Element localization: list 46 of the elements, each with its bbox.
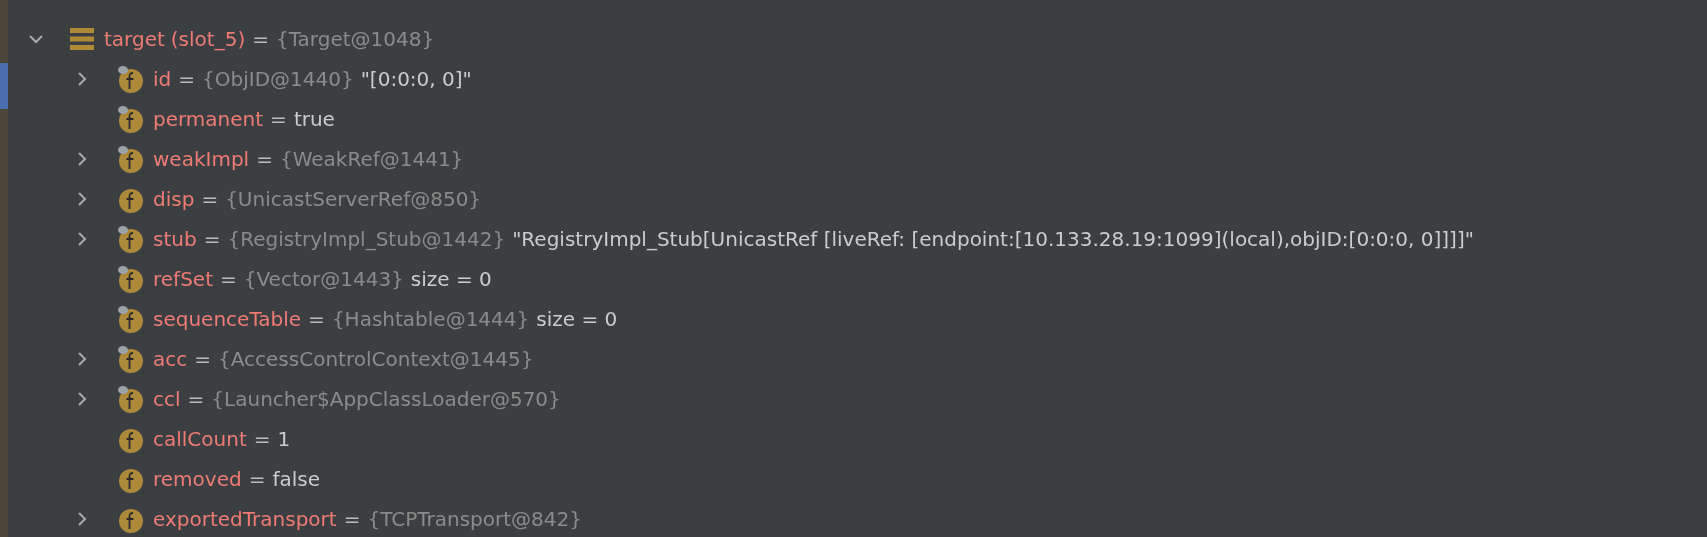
equals-sign: = (308, 307, 325, 331)
field-name: ccl (153, 387, 181, 411)
list-icon (70, 28, 94, 50)
equals-sign: = (270, 107, 287, 131)
field-name: disp (153, 187, 195, 211)
field-type: {RegistryImpl_Stub@1442} (227, 227, 506, 251)
field-value: 1 (277, 427, 291, 451)
field-type: {Hashtable@1444} (331, 307, 530, 331)
equals-sign: = (253, 427, 271, 451)
field-name: stub (153, 227, 197, 251)
panel-edge-highlight (0, 63, 8, 109)
field-name: removed (153, 467, 242, 491)
field-name: callCount (153, 427, 247, 451)
field-type: {WeakRef@1441} (279, 147, 464, 171)
equals-sign: = (187, 387, 205, 411)
field-value: false (272, 467, 320, 491)
field-name: weakImpl (153, 147, 250, 171)
field-type: {TCPTransport@842} (367, 507, 582, 531)
field-name: acc (153, 347, 188, 371)
field-value: size = 0 (410, 267, 492, 291)
field-name: exportedTransport (153, 507, 337, 531)
field-type: {Launcher$AppClassLoader@570} (211, 387, 561, 411)
equals-sign: = (203, 227, 221, 251)
field-name: sequenceTable (153, 307, 302, 331)
field-value: "RegistryImpl_Stub[UnicastRef [liveRef: [endpoint:[10.133.28.19:1099](local),objID:[0:0:0, 0]]]]" (512, 227, 1474, 251)
equals-sign: = (194, 347, 211, 371)
field-type: {UnicastServerRef@850} (225, 187, 482, 211)
field-type: {ObjID@1440} (202, 67, 354, 91)
variable-slot: (slot_5) (170, 27, 246, 51)
equals-sign: = (256, 147, 273, 171)
equals-sign: = (201, 187, 219, 211)
equals-sign: = (248, 467, 266, 491)
field-value: size = 0 (536, 307, 618, 331)
field-value: true (293, 107, 335, 131)
field-name: refSet (153, 267, 213, 291)
field-value: "[0:0:0, 0]" (360, 67, 472, 91)
variable-type: {Target@1048} (275, 27, 435, 51)
field-name: id (153, 67, 172, 91)
equals-sign: = (178, 67, 196, 91)
variable-name: target (104, 27, 165, 51)
equals-sign: = (220, 267, 237, 291)
field-type: {Vector@1443} (243, 267, 404, 291)
field-type: {AccessControlContext@1445} (218, 347, 534, 371)
field-name: permanent (153, 107, 264, 131)
equals-sign: = (252, 27, 269, 51)
equals-sign: = (343, 507, 361, 531)
